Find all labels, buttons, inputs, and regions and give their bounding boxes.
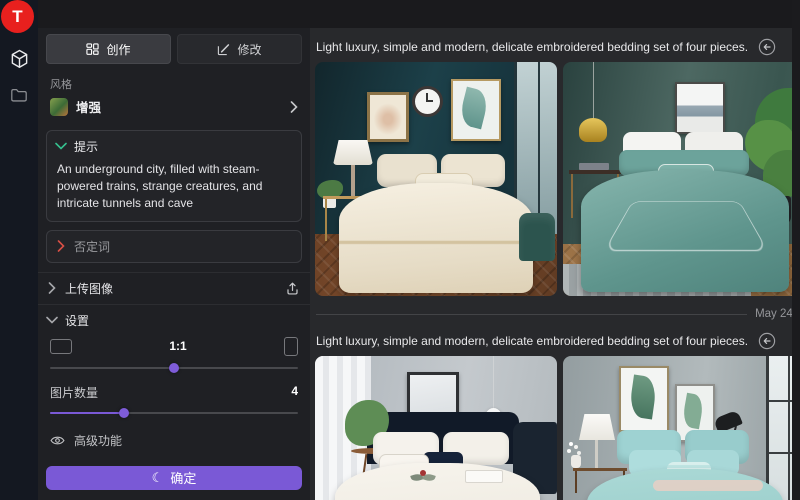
vase	[571, 455, 581, 468]
image-count-slider[interactable]	[50, 406, 298, 418]
table-lamp-stand	[351, 165, 355, 196]
tab-modify[interactable]: 修改	[177, 34, 302, 64]
books	[579, 163, 609, 170]
side-table	[573, 468, 627, 471]
window-mullion	[769, 400, 792, 402]
app-logo[interactable]: T	[1, 0, 34, 33]
settings-row[interactable]: 设置	[48, 310, 300, 331]
table-lamp-shade	[579, 414, 615, 440]
confirm-button-label: 确定	[170, 468, 196, 487]
slider-thumb[interactable]	[169, 363, 179, 373]
generated-image[interactable]	[563, 356, 792, 500]
image-count-label: 图片数量	[50, 384, 98, 401]
nav-rail	[0, 0, 38, 500]
crescent-icon: ☾	[152, 470, 164, 486]
advanced-features-row[interactable]: 高级功能	[50, 432, 298, 449]
right-edge-strip	[792, 0, 800, 500]
prompt-row-1: Light luxury, simple and modern, delicat…	[316, 38, 786, 56]
tab-create-label: 创作	[106, 41, 130, 58]
advanced-features-label: 高级功能	[74, 432, 122, 449]
edit-icon	[217, 43, 230, 56]
chevron-right-icon	[290, 101, 298, 113]
pendant-cord	[593, 62, 594, 120]
aspect-ratio-row: 1:1	[50, 337, 298, 356]
throw-blanket	[653, 480, 763, 491]
tab-create[interactable]: 创作	[46, 34, 171, 64]
chevron-right-icon	[48, 282, 56, 294]
side-table-leg	[571, 174, 573, 218]
divider-line	[316, 314, 747, 315]
side-table-leg	[575, 471, 577, 493]
duvet-seam	[604, 201, 769, 251]
slider-fill	[50, 412, 124, 414]
generation-panel: 创作 修改 风格 增强 提示 An under	[38, 28, 310, 500]
chevron-down-icon	[55, 142, 67, 150]
window-mullion	[788, 356, 790, 500]
generated-image[interactable]	[315, 62, 557, 296]
side-table	[569, 170, 621, 174]
chevron-down-icon	[46, 316, 58, 324]
generation-prompt-text: Light luxury, simple and modern, delicat…	[316, 334, 748, 348]
flowers-white	[569, 442, 573, 446]
image-grid-row-2	[315, 356, 792, 500]
divider	[38, 304, 310, 305]
slider-thumb[interactable]	[119, 408, 129, 418]
image-count-row: 图片数量 4	[50, 384, 298, 401]
chevron-right-icon	[57, 240, 65, 252]
confirm-button[interactable]: ☾ 确定	[46, 466, 302, 490]
book-stack	[465, 470, 503, 483]
circle-back-arrow-icon[interactable]	[758, 332, 776, 350]
landscape-ratio-icon[interactable]	[50, 339, 72, 354]
upload-image-label: 上传图像	[65, 280, 276, 297]
style-preview-thumbnail	[50, 98, 68, 116]
bed-duvet	[339, 183, 533, 293]
aspect-ratio-slider[interactable]	[50, 361, 298, 373]
negative-prompt-box[interactable]: 否定词	[46, 230, 302, 263]
table-lamp-stand	[595, 440, 598, 468]
upload-icon[interactable]	[285, 281, 300, 296]
table-lamp-shade	[333, 140, 373, 165]
prompt-row-2: Light luxury, simple and modern, delicat…	[316, 332, 786, 350]
wall-clock	[412, 86, 443, 117]
embroidery-flower	[420, 470, 426, 476]
generated-image[interactable]	[315, 356, 557, 500]
image-grid-row-1	[315, 62, 792, 296]
settings-label: 设置	[65, 312, 300, 329]
generation-prompt-text: Light luxury, simple and modern, delicat…	[316, 40, 748, 54]
prompt-box[interactable]: 提示 An underground city, filled with stea…	[46, 130, 302, 222]
tab-modify-label: 修改	[237, 41, 261, 58]
style-selector[interactable]: 增强	[50, 97, 298, 117]
portrait-ratio-icon[interactable]	[284, 337, 298, 356]
grid-icon	[86, 43, 99, 56]
mode-tabs: 创作 修改	[46, 34, 302, 64]
armchair	[519, 213, 555, 261]
art-frame	[675, 82, 725, 134]
style-value: 增强	[76, 97, 282, 116]
generated-image[interactable]	[563, 62, 792, 296]
aspect-ratio-value: 1:1	[72, 339, 284, 353]
cube-icon[interactable]	[0, 44, 38, 74]
top-header-bar	[0, 0, 800, 28]
upload-image-row[interactable]: 上传图像	[48, 277, 300, 298]
side-table-leg	[325, 199, 327, 241]
negative-prompt-label: 否定词	[74, 238, 110, 255]
date-label: May 24,	[755, 308, 792, 320]
art-frame-feather	[367, 92, 409, 142]
prompt-input[interactable]: An underground city, filled with steam-p…	[57, 161, 291, 212]
window-mullion	[769, 452, 792, 454]
image-count-value: 4	[291, 384, 298, 401]
prompt-label: 提示	[74, 138, 98, 155]
folder-icon[interactable]	[0, 80, 38, 110]
pendant-cord	[493, 356, 494, 410]
style-section-label: 风格	[50, 76, 298, 92]
date-divider: May 24,	[316, 308, 792, 320]
divider	[38, 272, 310, 273]
gallery-area: Light luxury, simple and modern, delicat…	[310, 28, 792, 500]
circle-back-arrow-icon[interactable]	[758, 38, 776, 56]
app-window: T 创作 修改 风格 增强	[0, 0, 800, 500]
pendant-lamp-brass	[579, 118, 607, 142]
eye-icon	[50, 435, 65, 446]
